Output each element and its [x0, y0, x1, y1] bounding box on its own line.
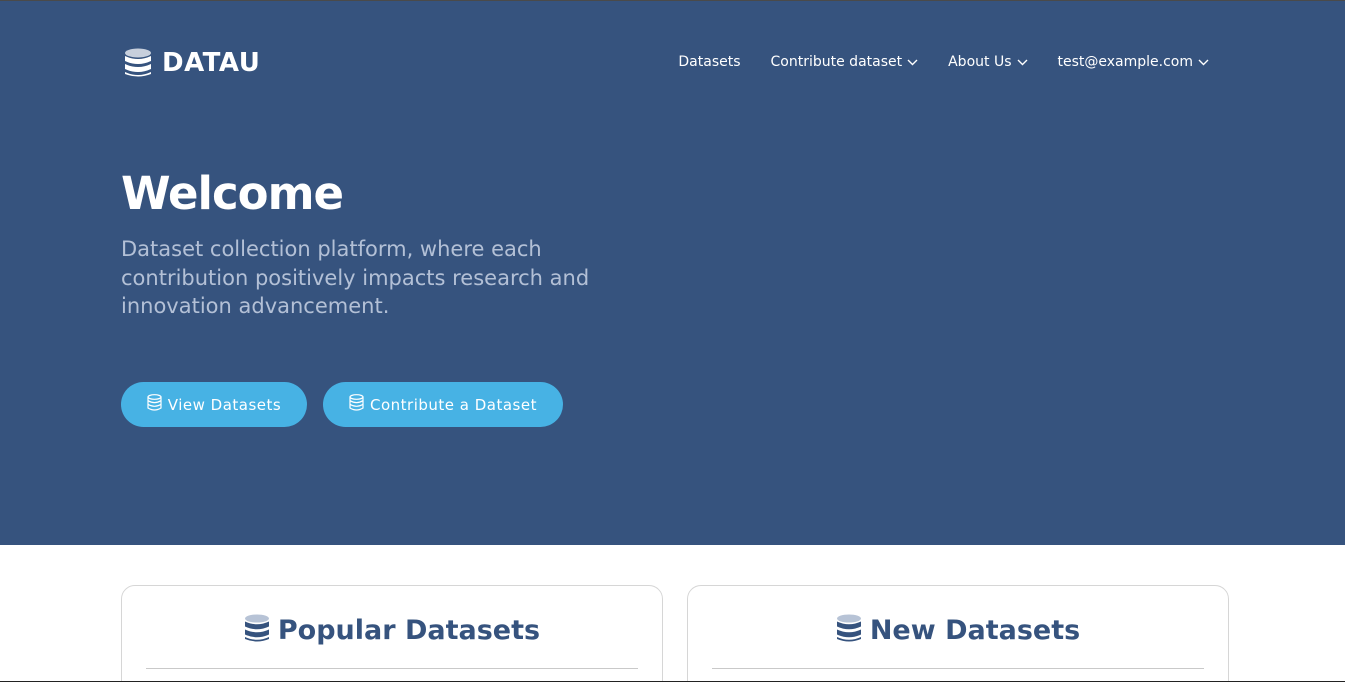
- new-datasets-card: New Datasets: [687, 585, 1229, 682]
- nav-item-datasets[interactable]: Datasets: [678, 54, 740, 70]
- chevron-down-icon: [1198, 54, 1209, 70]
- card-header: New Datasets: [688, 614, 1228, 647]
- popular-datasets-card: Popular Datasets: [121, 585, 663, 682]
- database-icon: [244, 614, 270, 647]
- button-label: Contribute a Dataset: [370, 395, 537, 414]
- nav-item-label: test@example.com: [1057, 53, 1194, 70]
- brand-logo[interactable]: DATAU: [124, 46, 260, 80]
- view-datasets-button[interactable]: View Datasets: [121, 382, 307, 427]
- database-icon: [124, 48, 152, 78]
- brand-name: DATAU: [162, 48, 261, 78]
- database-icon: [147, 394, 168, 415]
- database-icon: [836, 614, 862, 647]
- main-nav: Datasets Contribute dataset About Us tes…: [678, 53, 1209, 70]
- nav-item-label: Datasets: [678, 53, 741, 70]
- contribute-dataset-button[interactable]: Contribute a Dataset: [323, 382, 563, 427]
- nav-item-label: Contribute dataset: [770, 53, 903, 70]
- database-icon: [349, 394, 370, 415]
- divider: [712, 668, 1204, 669]
- card-header: Popular Datasets: [122, 614, 662, 647]
- section-title: Popular Datasets: [277, 615, 541, 646]
- divider: [146, 668, 638, 669]
- hero-tagline: Dataset collection platform, where each …: [121, 237, 590, 318]
- chevron-down-icon: [907, 54, 918, 70]
- nav-item-contribute-dataset[interactable]: Contribute dataset: [771, 53, 919, 70]
- nav-item-about-us[interactable]: About Us: [948, 53, 1027, 70]
- button-label: View Datasets: [167, 395, 282, 414]
- section-title: New Datasets: [869, 615, 1081, 646]
- hero-title: Welcome: [121, 167, 344, 220]
- nav-item-label: About Us: [948, 53, 1012, 70]
- chevron-down-icon: [1017, 54, 1028, 70]
- nav-item-user-account[interactable]: test@example.com: [1058, 53, 1210, 70]
- hero-section: DATAU Datasets Contribute dataset About …: [0, 1, 1345, 545]
